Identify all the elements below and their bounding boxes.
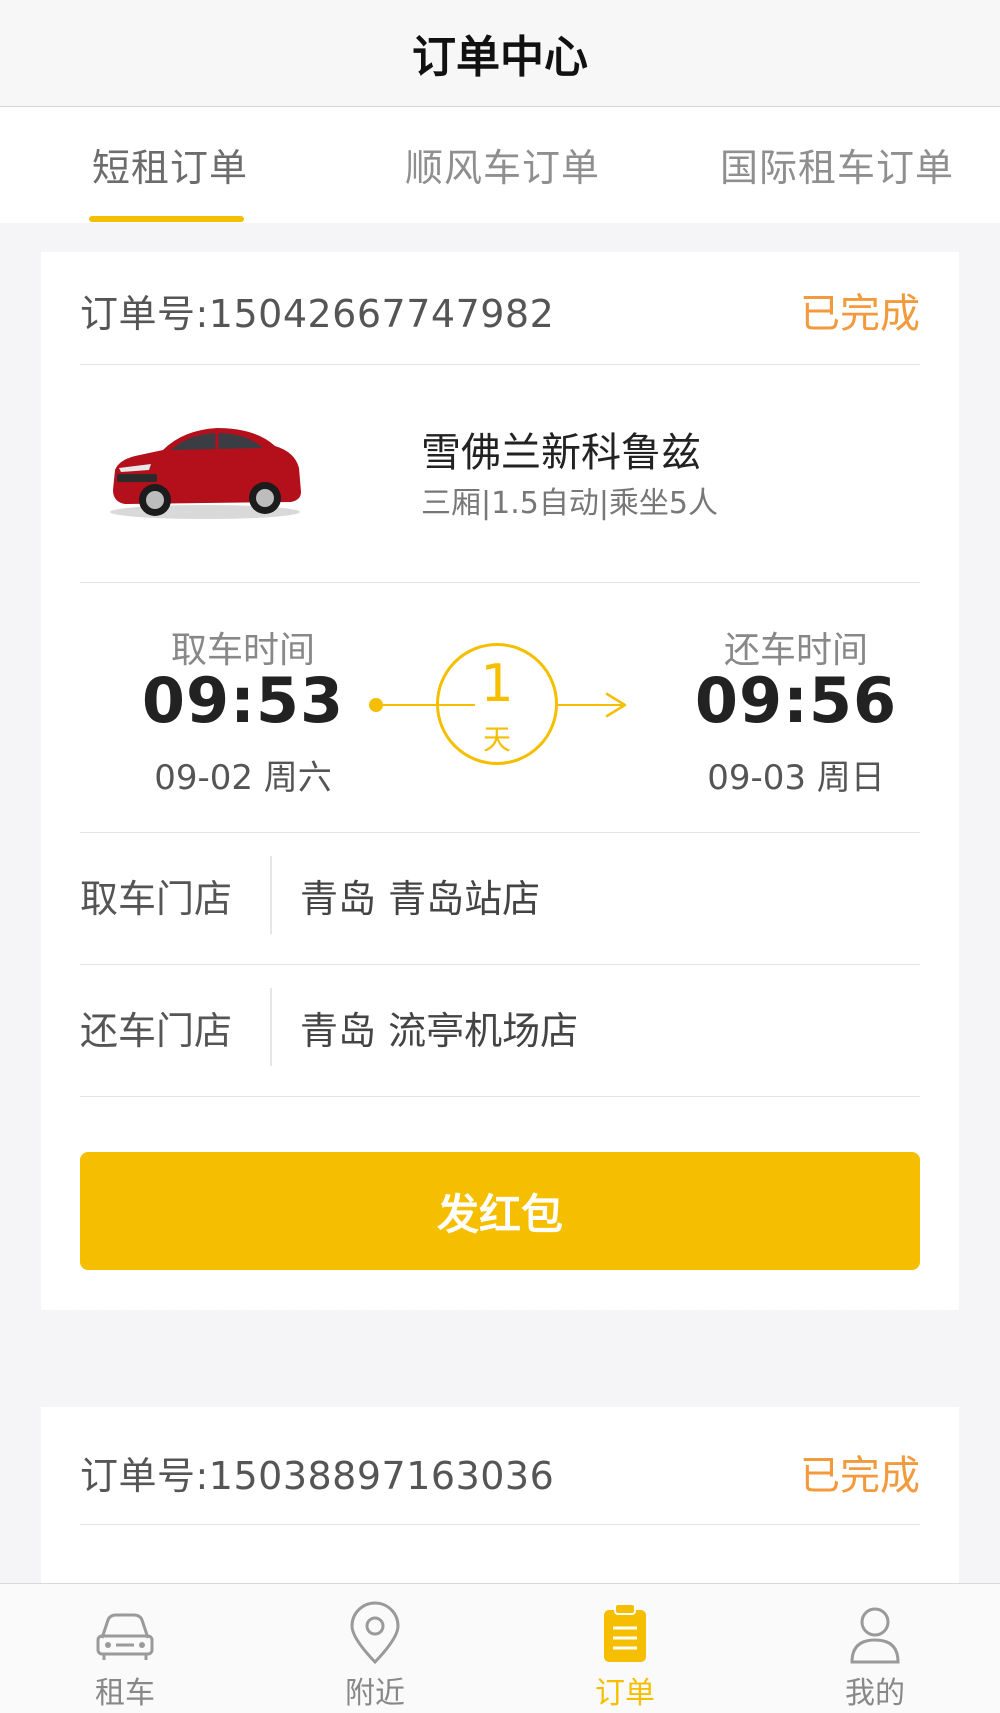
location-pin-icon [350, 1601, 400, 1665]
send-red-packet-button[interactable]: 发红包 [80, 1152, 920, 1270]
tab-bar-item-profile[interactable]: 我的 [750, 1584, 1000, 1713]
tab-international-rental-orders[interactable]: 国际租车订单 [720, 137, 954, 192]
clipboard-icon [604, 1603, 646, 1662]
tab-bar-item-orders[interactable]: 订单 [500, 1584, 750, 1713]
return-store-label: 还车门店 [80, 1009, 233, 1053]
pickup-date: 09-02 周六 [154, 758, 332, 798]
return-store-value: 青岛 流亭机场店 [300, 1009, 579, 1053]
order-number: 订单号:15042667747982 [80, 291, 555, 336]
car-image [110, 428, 301, 519]
active-tab-indicator [89, 216, 244, 222]
tab-carpool-orders[interactable]: 顺风车订单 [405, 137, 600, 192]
rental-duration-badge: 1 天 [436, 643, 558, 765]
order-header: 订单号:15042667747982 已完成 [80, 265, 920, 355]
order-status-badge: 已完成 [800, 291, 920, 337]
tab-bar-label: 租车 [95, 1676, 155, 1711]
return-time: 09:56 [694, 664, 898, 737]
separator [270, 988, 272, 1066]
pickup-store-label: 取车门店 [80, 877, 233, 921]
divider [80, 964, 920, 965]
tab-bar: 租车 附近 订单 我的 [0, 1583, 1000, 1713]
tab-bar-label: 我的 [845, 1676, 905, 1711]
car-model-name: 雪佛兰新科鲁兹 [421, 430, 701, 476]
page-title: 订单中心 [412, 32, 588, 83]
car-specs: 三厢|1.5自动|乘坐5人 [421, 486, 719, 521]
tab-bar-item-rent[interactable]: 租车 [0, 1584, 250, 1713]
tab-short-term-orders[interactable]: 短租订单 [92, 137, 248, 192]
tab-bar-label: 订单 [595, 1676, 655, 1711]
divider [80, 364, 920, 365]
person-icon [850, 1607, 900, 1664]
pickup-store-value: 青岛 青岛站店 [300, 877, 541, 921]
divider [80, 1096, 920, 1097]
separator [270, 856, 272, 934]
pickup-store-row: 取车门店 青岛 青岛站店 [80, 848, 920, 934]
order-status-badge: 已完成 [800, 1453, 920, 1499]
order-number: 订单号:15038897163036 [80, 1453, 555, 1498]
car-icon [96, 1613, 154, 1660]
rental-days-unit: 天 [482, 723, 511, 756]
tab-bar-label: 附近 [345, 1676, 405, 1711]
order-type-tabs: 短租订单 顺风车订单 国际租车订单 [0, 107, 1000, 223]
return-date: 09-03 周日 [707, 758, 885, 798]
arrow-right-icon [605, 692, 627, 718]
tab-bar-item-nearby[interactable]: 附近 [250, 1584, 500, 1713]
pickup-time: 09:53 [141, 664, 345, 737]
order-card[interactable]: 订单号:15042667747982 已完成 雪佛兰新科鲁兹 三厢|1.5自动|… [41, 252, 959, 1310]
return-store-row: 还车门店 青岛 流亭机场店 [80, 980, 920, 1066]
divider [80, 832, 920, 833]
card-scalloped-edge [41, 1296, 959, 1326]
order-card[interactable]: 订单号:15038897163036 已完成 [41, 1407, 959, 1587]
divider [80, 1524, 920, 1525]
order-header: 订单号:15038897163036 已完成 [80, 1427, 920, 1517]
divider [80, 582, 920, 583]
rental-days-count: 1 [480, 654, 514, 714]
navigation-bar: 订单中心 [0, 0, 1000, 107]
